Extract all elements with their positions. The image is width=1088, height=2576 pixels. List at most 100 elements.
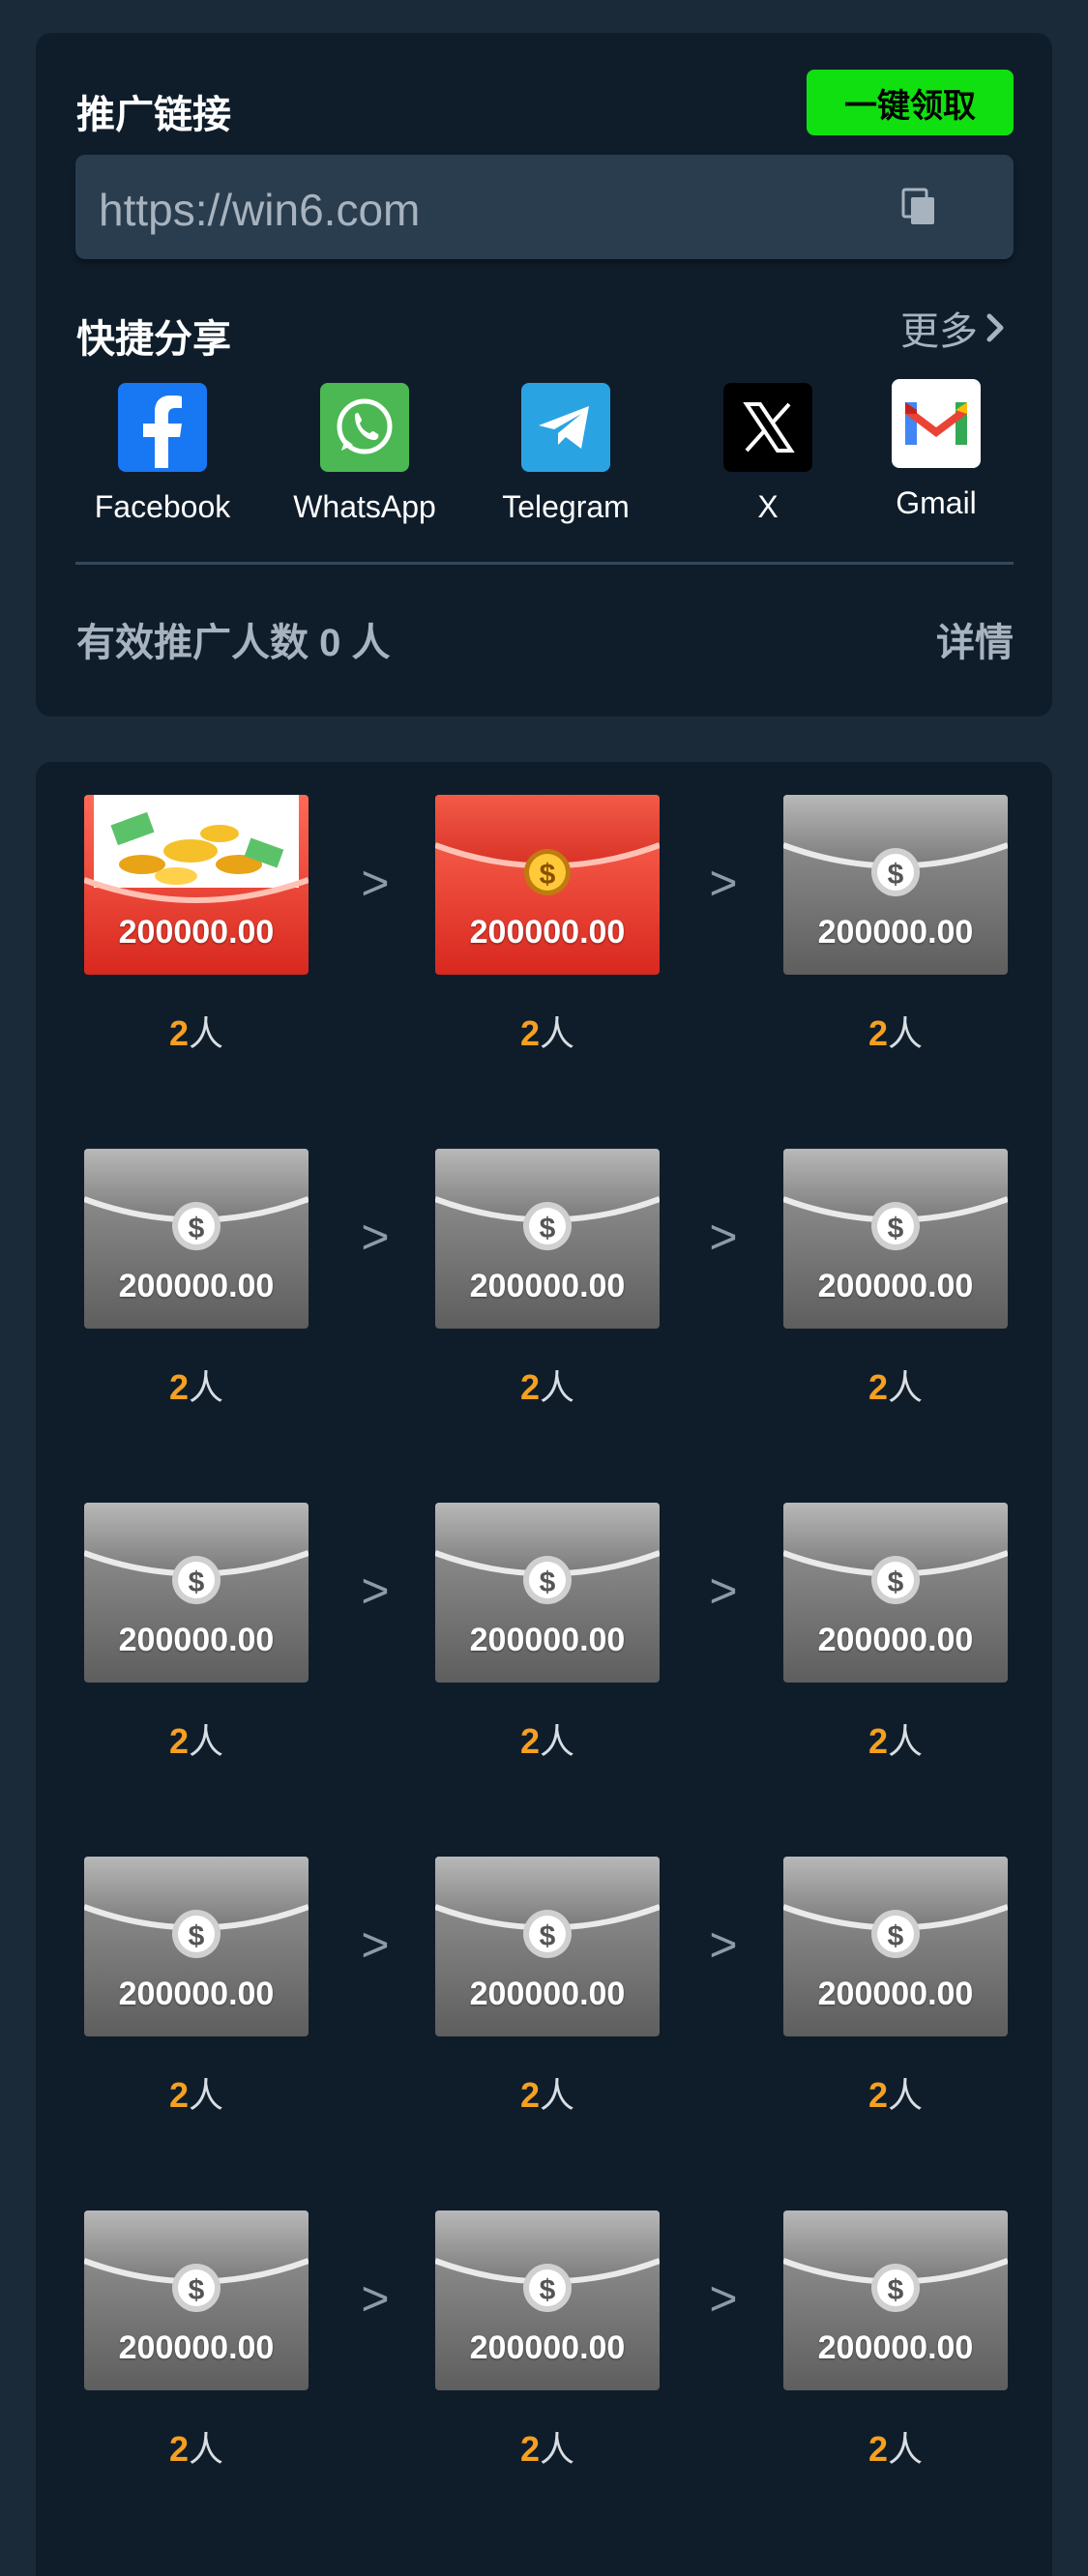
share-label: WhatsApp [293,489,436,524]
referral-unit: 人 [888,2429,924,2469]
referral-count: 2 [168,2429,189,2469]
page: 推广链接 一键领取 https://win6.com 快捷分享 更多 Faceb… [0,0,1088,2576]
promo-title: 推广链接 [76,94,231,136]
required-referrals: 2人 [435,1006,660,1056]
reward-envelope[interactable]: $200000.00 [84,1857,309,2036]
progress-arrow: > [709,2271,738,2326]
chevron-right-icon [986,313,1004,342]
referral-count: 2 [519,2075,540,2115]
referral-unit: 人 [540,2429,575,2469]
share-telegram[interactable]: Telegram [479,383,653,547]
referral-count: 2 [519,2429,540,2469]
svg-text:$: $ [888,1566,904,1598]
required-referrals: 2人 [84,1713,309,1764]
whatsapp-icon [320,383,409,472]
reward-envelope[interactable]: $200000.00 [783,1503,1008,1683]
referral-count: 2 [867,1721,888,1761]
promo-link-text: https://win6.com [99,185,421,235]
referral-count: 2 [519,1367,540,1407]
reward-amount: 200000.00 [118,914,275,951]
progress-arrow: > [361,1210,390,1264]
referral-unit: 人 [189,1013,224,1053]
referral-unit: 人 [189,2075,224,2115]
more-share-button[interactable]: 更多 [900,300,1005,356]
required-referrals: 2人 [783,1006,1008,1056]
promo-link-field[interactable]: https://win6.com [75,155,1014,259]
referral-unit: 人 [540,1721,575,1761]
reward-amount: 200000.00 [118,1268,275,1304]
reward-envelope[interactable]: $200000.00 [435,1149,660,1329]
referral-count: 2 [519,1013,540,1053]
reward-amount: 200000.00 [118,1976,275,2012]
share-x[interactable]: X [681,383,855,547]
required-referrals: 2人 [435,1360,660,1410]
reward-envelope[interactable]: $200000.00 [783,1149,1008,1329]
reward-envelope[interactable]: $200000.00 [435,1857,660,2036]
claim-all-button[interactable]: 一键领取 [807,70,1014,135]
quick-share-title: 快捷分享 [76,318,231,361]
referral-count: 2 [168,2075,189,2115]
referral-count: 2 [168,1013,189,1053]
reward-amount: 200000.00 [118,2329,275,2366]
reward-envelope[interactable]: 200000.00 [84,795,309,975]
facebook-icon [118,383,207,472]
progress-arrow: > [709,1564,738,1618]
required-referrals: 2人 [783,1713,1008,1764]
required-referrals: 2人 [84,2067,309,2118]
progress-arrow: > [361,1917,390,1972]
gmail-icon [892,379,981,468]
share-label: Gmail [896,485,977,520]
referral-unit: 人 [888,2075,924,2115]
rewards-card: 200000.00 2人 > $200000.00 2人 > $200000.00 2人 $20… [36,762,1052,2576]
referral-count: 2 [168,1721,189,1761]
progress-arrow: > [709,1210,738,1264]
reward-envelope[interactable]: $200000.00 [84,1149,309,1329]
progress-arrow: > [361,2271,390,2326]
reward-amount: 200000.00 [469,1622,626,1658]
svg-text:$: $ [540,859,556,891]
svg-text:$: $ [540,1920,556,1952]
referral-count: 2 [867,1013,888,1053]
reward-amount: 200000.00 [469,914,626,951]
details-link[interactable]: 详情 [936,611,1014,667]
reward-amount: 200000.00 [469,1976,626,2012]
required-referrals: 2人 [783,2421,1008,2472]
svg-text:$: $ [888,1920,904,1952]
reward-amount: 200000.00 [469,1268,626,1304]
required-referrals: 2人 [435,1713,660,1764]
required-referrals: 2人 [84,2421,309,2472]
svg-text:$: $ [189,1566,205,1598]
referral-unit: 人 [189,2429,224,2469]
reward-envelope[interactable]: $200000.00 [435,1503,660,1683]
reward-envelope[interactable]: $200000.00 [84,1503,309,1683]
reward-envelope[interactable]: $200000.00 [783,795,1008,975]
referral-unit: 人 [540,2075,575,2115]
share-label: Facebook [94,489,231,524]
reward-envelope[interactable]: $200000.00 [783,2210,1008,2390]
reward-envelope[interactable]: $200000.00 [435,2210,660,2390]
required-referrals: 2人 [435,2421,660,2472]
reward-envelope[interactable]: $200000.00 [84,2210,309,2390]
reward-amount: 200000.00 [817,1976,974,2012]
share-label: Telegram [502,489,630,524]
referral-count: 2 [519,1721,540,1761]
progress-arrow: > [709,856,738,910]
telegram-icon [521,383,610,472]
share-gmail[interactable]: Gmail [849,379,1023,543]
required-referrals: 2人 [84,1360,309,1410]
copy-icon[interactable] [899,188,938,226]
reward-envelope[interactable]: $200000.00 [435,795,660,975]
referral-unit: 人 [540,1367,575,1407]
share-facebook[interactable]: Facebook [75,383,250,547]
svg-text:$: $ [189,1213,205,1244]
referral-count: 2 [867,2429,888,2469]
share-whatsapp[interactable]: WhatsApp [278,383,452,547]
svg-text:$: $ [888,1213,904,1244]
promo-card: 推广链接 一键领取 https://win6.com 快捷分享 更多 Faceb… [36,33,1052,717]
reward-amount: 200000.00 [817,1622,974,1658]
reward-amount: 200000.00 [118,1622,275,1658]
more-label: 更多 [900,310,978,353]
reward-envelope[interactable]: $200000.00 [783,1857,1008,2036]
x-icon [723,383,812,472]
reward-amount: 200000.00 [817,1268,974,1304]
